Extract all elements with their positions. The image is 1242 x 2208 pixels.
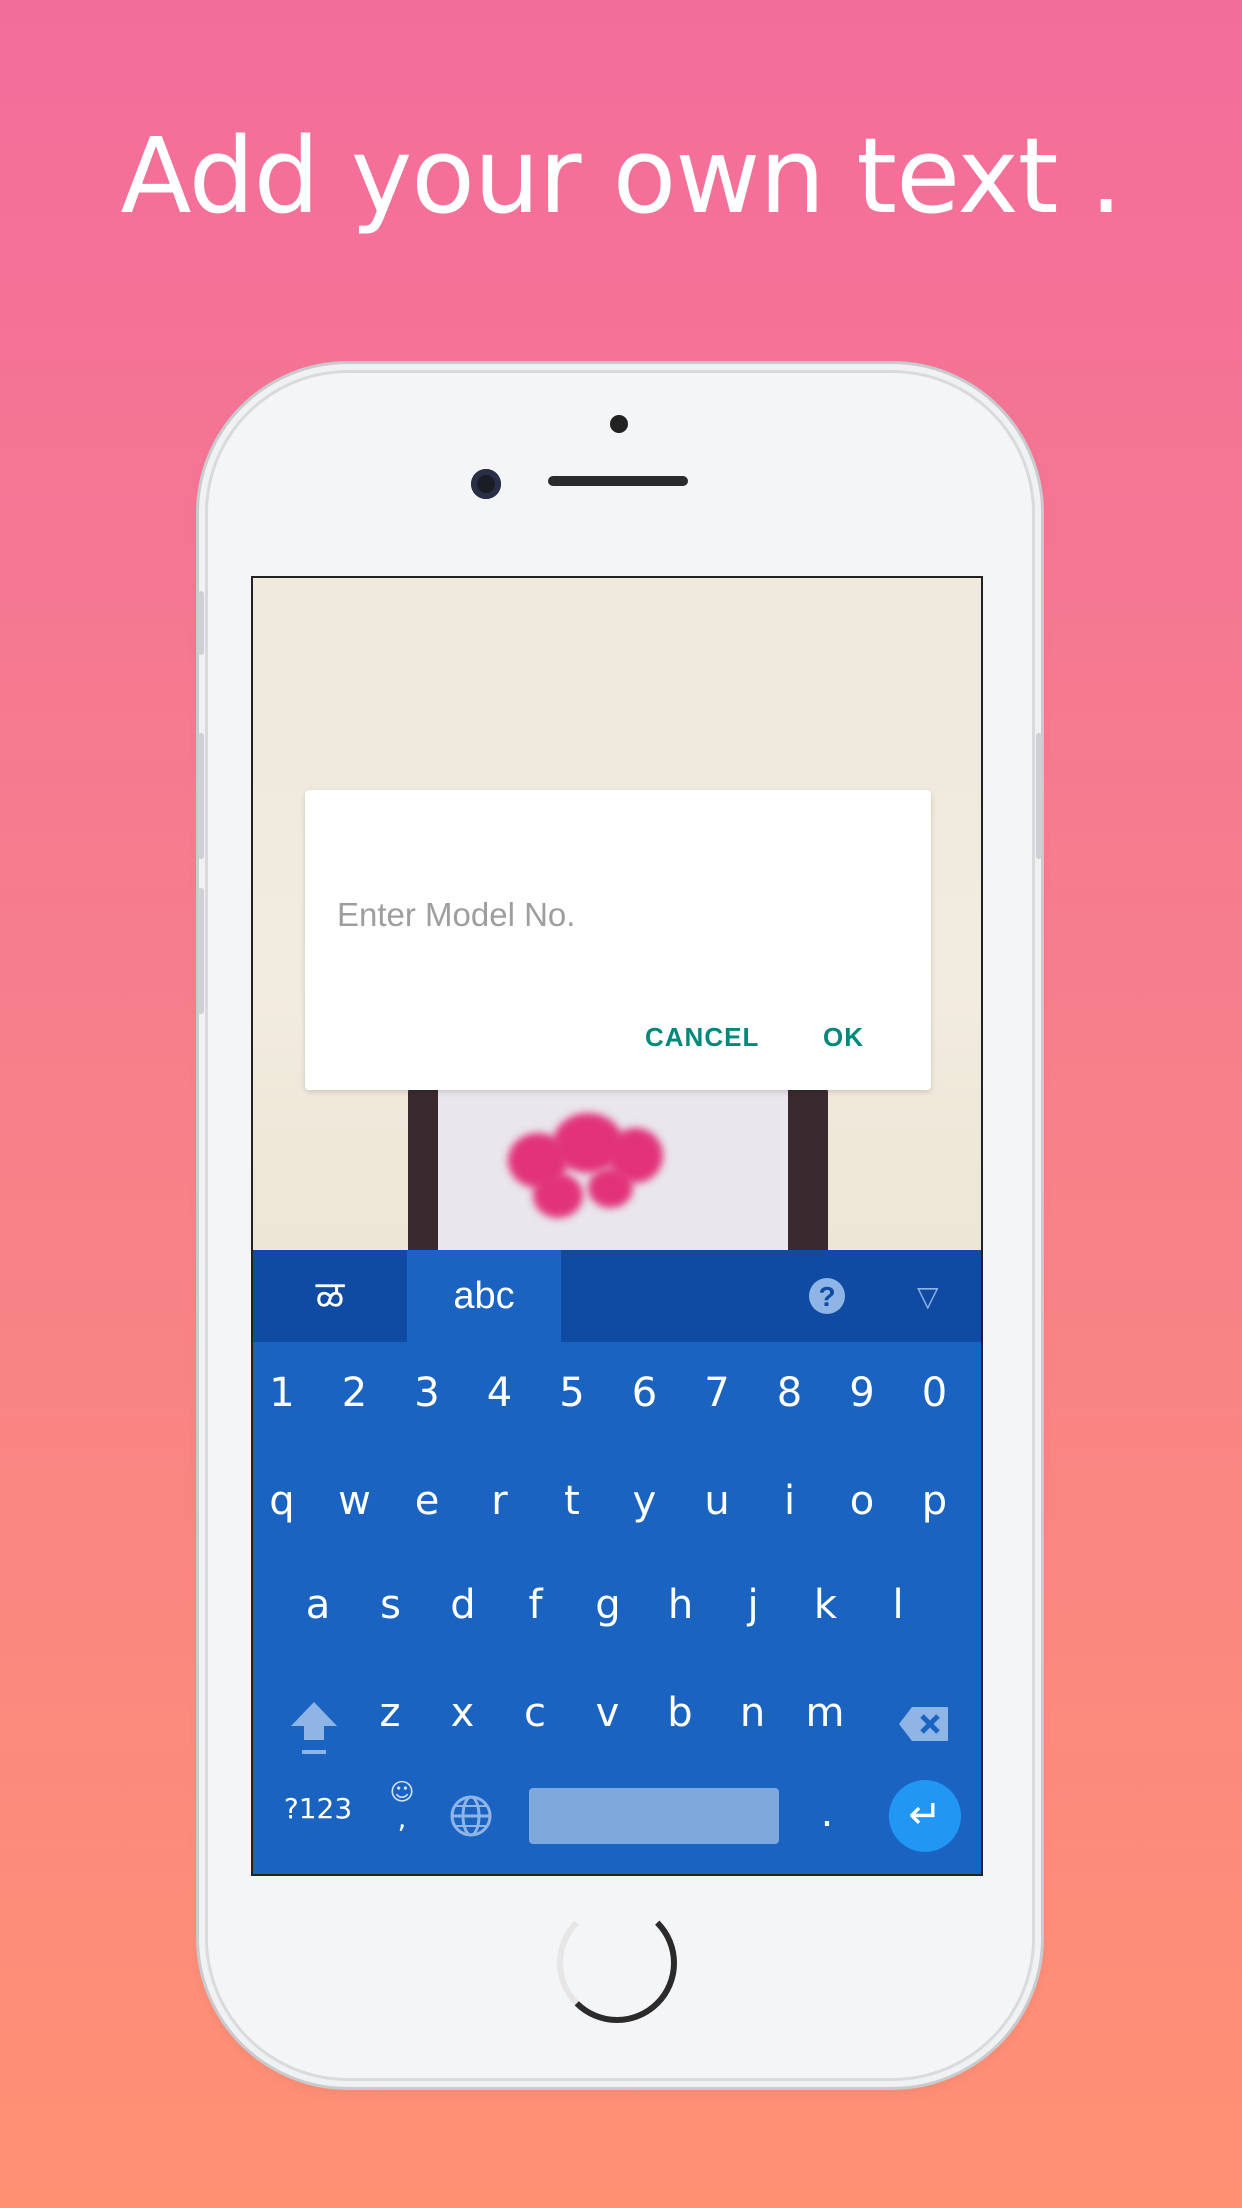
volume-down-button [198, 888, 204, 1014]
text-input-dialog: CANCEL OK [305, 790, 931, 1090]
letter-key[interactable]: k [790, 1582, 862, 1628]
cancel-button[interactable]: CANCEL [645, 1022, 759, 1053]
number-key[interactable]: 1 [253, 1370, 318, 1416]
ok-button[interactable]: OK [823, 1022, 864, 1053]
number-key[interactable]: 7 [681, 1370, 753, 1416]
letter-key[interactable]: x [427, 1690, 499, 1736]
shift-icon[interactable] [289, 1698, 339, 1758]
period-key[interactable]: . [791, 1790, 863, 1836]
letter-key[interactable]: f [500, 1582, 572, 1628]
home-button[interactable] [557, 1903, 677, 2023]
soft-keyboard: ळ abc ? ▽ 1234567890 qwertyuiop asdfghjk… [253, 1250, 981, 1874]
phone-mockup: CANCEL OK ळ abc ? ▽ 1234567890 qwertyuio… [198, 373, 1042, 2078]
proximity-sensor [610, 415, 628, 433]
power-button [1036, 733, 1042, 859]
letter-key[interactable]: o [826, 1478, 898, 1524]
number-key[interactable]: 9 [826, 1370, 898, 1416]
number-key[interactable]: 8 [754, 1370, 826, 1416]
letter-key[interactable]: e [391, 1478, 463, 1524]
letter-key[interactable]: c [499, 1690, 571, 1736]
letter-key[interactable]: s [355, 1582, 427, 1628]
hide-keyboard-icon[interactable]: ▽ [917, 1280, 939, 1313]
number-key[interactable]: 5 [536, 1370, 608, 1416]
number-key[interactable]: 2 [319, 1370, 391, 1416]
letter-key[interactable]: d [427, 1582, 499, 1628]
letter-key[interactable]: t [536, 1478, 608, 1524]
backspace-icon[interactable] [898, 1705, 950, 1743]
model-number-input[interactable] [337, 885, 897, 945]
letter-key[interactable]: m [789, 1690, 861, 1736]
volume-up-button [198, 733, 204, 859]
flower-blob [533, 1173, 583, 1218]
letter-key[interactable]: q [253, 1478, 318, 1524]
globe-icon[interactable] [449, 1794, 493, 1838]
number-key[interactable]: 3 [391, 1370, 463, 1416]
help-icon[interactable]: ? [809, 1278, 845, 1314]
earpiece-speaker [548, 476, 688, 486]
letter-key[interactable]: u [681, 1478, 753, 1524]
letter-key[interactable]: i [754, 1478, 826, 1524]
space-bar[interactable] [529, 1788, 779, 1844]
number-key[interactable]: 6 [609, 1370, 681, 1416]
symbols-key[interactable]: ?123 [273, 1792, 363, 1825]
letter-key[interactable]: p [899, 1478, 971, 1524]
comma-key[interactable]: , [366, 1802, 438, 1835]
tab-kannada-layout[interactable]: ळ [253, 1250, 407, 1342]
letter-key[interactable]: g [572, 1582, 644, 1628]
letter-key[interactable]: a [282, 1582, 354, 1628]
letter-key[interactable]: b [644, 1690, 716, 1736]
tab-abc-layout[interactable]: abc [407, 1250, 561, 1342]
front-camera-icon [471, 469, 501, 499]
mute-switch [198, 591, 204, 655]
letter-key[interactable]: j [717, 1582, 789, 1628]
letter-key[interactable]: y [609, 1478, 681, 1524]
number-key[interactable]: 4 [464, 1370, 536, 1416]
number-key[interactable]: 0 [899, 1370, 971, 1416]
enter-key-icon[interactable]: ↵ [889, 1780, 961, 1852]
keyboard-toolbar: ळ abc ? ▽ [253, 1250, 981, 1342]
letter-key[interactable]: l [862, 1582, 934, 1628]
letter-key[interactable]: v [572, 1690, 644, 1736]
letter-key[interactable]: r [464, 1478, 536, 1524]
letter-key[interactable]: z [354, 1690, 426, 1736]
letter-key[interactable]: n [717, 1690, 789, 1736]
phone-screen: CANCEL OK ळ abc ? ▽ 1234567890 qwertyuio… [251, 576, 983, 1876]
letter-key[interactable]: w [319, 1478, 391, 1524]
letter-key[interactable]: h [645, 1582, 717, 1628]
headline: Add your own text . [120, 115, 1122, 237]
flower-blob [588, 1168, 633, 1208]
